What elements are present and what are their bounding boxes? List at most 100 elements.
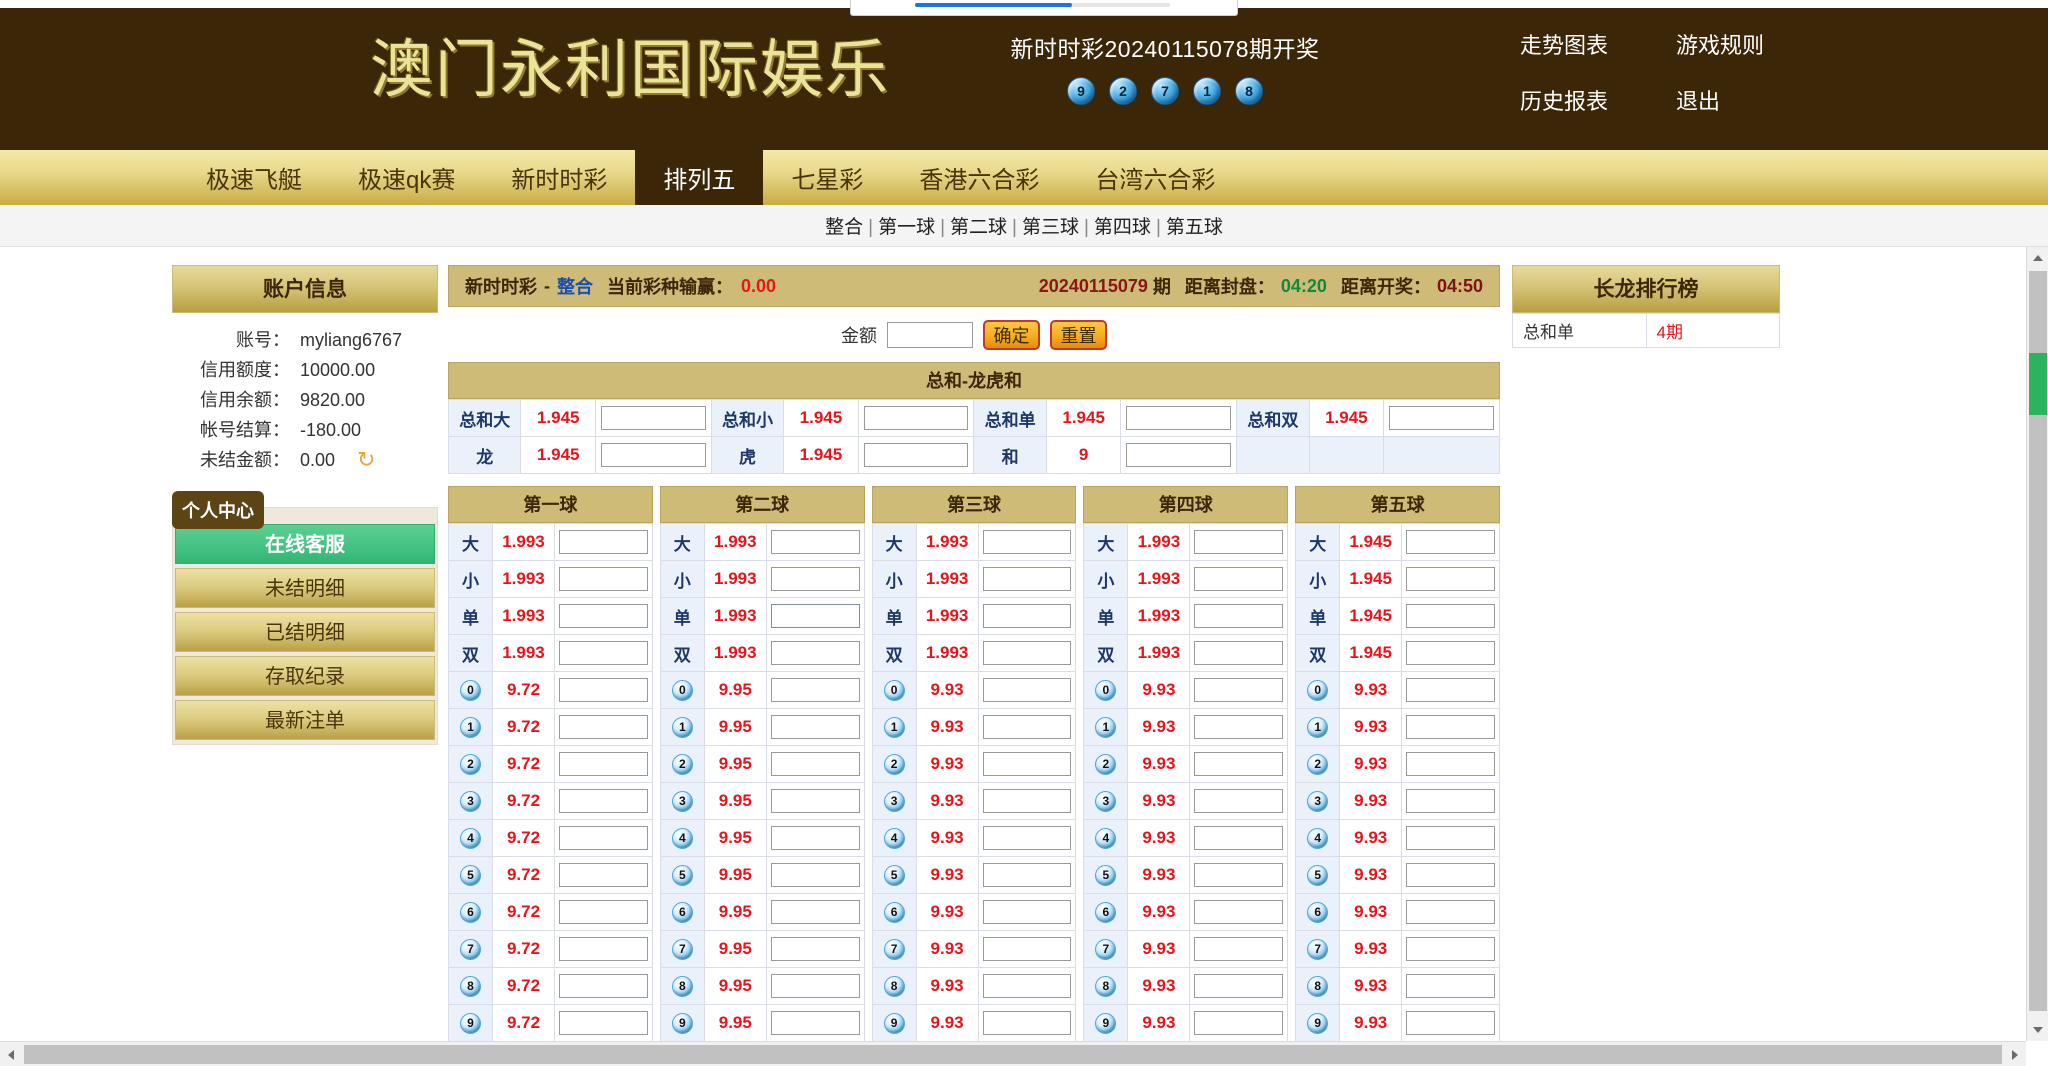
bet-input[interactable] xyxy=(1406,752,1495,776)
bet-name[interactable]: 单 xyxy=(1295,597,1341,635)
bet-input[interactable] xyxy=(982,641,1072,665)
nav-game-rules[interactable]: 游戏规则 xyxy=(1676,28,1764,60)
amount-input[interactable] xyxy=(887,321,973,348)
bet-input-cell[interactable] xyxy=(1189,634,1289,672)
bet-input[interactable] xyxy=(770,567,860,591)
subnav-ball-5[interactable]: 第五球 xyxy=(1161,217,1228,238)
bet-input-cell[interactable] xyxy=(554,560,653,598)
bet-input-cell[interactable] xyxy=(1401,708,1500,746)
bet-input[interactable] xyxy=(770,863,860,887)
sidebar-item-online-service[interactable]: 在线客服 xyxy=(175,524,435,564)
bet-input-cell[interactable] xyxy=(765,819,865,857)
bet-number[interactable]: 2 xyxy=(1083,745,1129,783)
bet-name[interactable]: 小 xyxy=(1295,560,1341,598)
bet-number[interactable]: 7 xyxy=(1295,930,1341,968)
bet-number[interactable]: 3 xyxy=(448,782,493,820)
bet-input[interactable] xyxy=(1406,715,1495,739)
bet-input[interactable] xyxy=(1406,789,1495,813)
bet-input-cell[interactable] xyxy=(977,560,1077,598)
bet-input-cell[interactable] xyxy=(1189,819,1289,857)
bet-input-cell[interactable] xyxy=(765,1004,865,1042)
bet-input[interactable] xyxy=(770,641,860,665)
bet-input[interactable] xyxy=(982,826,1072,850)
bet-input[interactable] xyxy=(1194,752,1284,776)
bet-input[interactable] xyxy=(559,752,648,776)
bet-number[interactable]: 5 xyxy=(871,856,917,894)
bet-input[interactable] xyxy=(770,678,860,702)
bet-number[interactable]: 0 xyxy=(448,671,493,709)
bet-input[interactable] xyxy=(1406,826,1495,850)
bet-input[interactable] xyxy=(982,863,1072,887)
bet-number[interactable]: 4 xyxy=(659,819,705,857)
bet-input[interactable] xyxy=(770,900,860,924)
bet-name[interactable]: 小 xyxy=(448,560,493,598)
bet-input[interactable] xyxy=(982,530,1072,554)
scroll-right-button[interactable] xyxy=(2004,1042,2026,1066)
bet-input-cell[interactable] xyxy=(977,708,1077,746)
bet-input-cell[interactable] xyxy=(1189,930,1289,968)
bet-input-cell[interactable] xyxy=(1189,856,1289,894)
bet-input[interactable] xyxy=(1126,443,1232,467)
bet-input[interactable] xyxy=(559,1011,648,1035)
bet-input-cell[interactable] xyxy=(1189,708,1289,746)
bet-number[interactable]: 8 xyxy=(1295,967,1341,1005)
nav-trend-chart[interactable]: 走势图表 xyxy=(1520,28,1608,60)
bet-input-cell[interactable] xyxy=(977,782,1077,820)
bet-number[interactable]: 0 xyxy=(871,671,917,709)
bet-input-cell[interactable] xyxy=(765,671,865,709)
bet-name[interactable]: 小 xyxy=(871,560,917,598)
bet-input[interactable] xyxy=(1194,678,1284,702)
bet-input[interactable] xyxy=(982,752,1072,776)
bet-name[interactable]: 双 xyxy=(1295,634,1341,672)
bet-name[interactable]: 总和小 xyxy=(710,399,785,437)
bet-input[interactable] xyxy=(1194,715,1284,739)
tab-xianggangliuhecai[interactable]: 香港六合彩 xyxy=(891,150,1067,205)
bet-input[interactable] xyxy=(982,604,1072,628)
bet-input-cell[interactable] xyxy=(1189,893,1289,931)
bet-input-cell[interactable] xyxy=(1189,745,1289,783)
bet-input-cell[interactable] xyxy=(977,523,1077,561)
bet-name[interactable]: 大 xyxy=(659,523,705,561)
sidebar-item-transactions[interactable]: 存取纪录 xyxy=(175,656,435,696)
bet-number[interactable]: 9 xyxy=(1083,1004,1129,1042)
bet-name[interactable]: 双 xyxy=(871,634,917,672)
bet-number[interactable]: 4 xyxy=(871,819,917,857)
bet-input[interactable] xyxy=(1406,863,1495,887)
bet-input[interactable] xyxy=(559,900,648,924)
bet-input-cell[interactable] xyxy=(765,893,865,931)
reset-button[interactable]: 重置 xyxy=(1050,319,1107,350)
bet-input-cell[interactable] xyxy=(977,819,1077,857)
bet-input[interactable] xyxy=(1126,406,1232,430)
bet-number[interactable]: 0 xyxy=(659,671,705,709)
bet-input-cell[interactable] xyxy=(765,856,865,894)
subnav-ball-4[interactable]: 第四球 xyxy=(1089,217,1156,238)
bet-input[interactable] xyxy=(1194,900,1284,924)
bet-number[interactable]: 5 xyxy=(659,856,705,894)
scroll-left-button[interactable] xyxy=(0,1042,22,1066)
bet-input-cell[interactable] xyxy=(554,708,653,746)
bet-input[interactable] xyxy=(559,530,648,554)
bet-input-cell[interactable] xyxy=(1401,782,1500,820)
bet-name[interactable]: 大 xyxy=(871,523,917,561)
bet-number[interactable]: 8 xyxy=(659,967,705,1005)
bet-input-cell[interactable] xyxy=(1401,634,1500,672)
bet-input-cell[interactable] xyxy=(1401,671,1500,709)
bet-input[interactable] xyxy=(770,752,860,776)
bet-number[interactable]: 8 xyxy=(1083,967,1129,1005)
bet-number[interactable]: 2 xyxy=(1295,745,1341,783)
bet-input-cell[interactable] xyxy=(857,399,975,437)
bet-input[interactable] xyxy=(559,715,648,739)
bet-input-cell[interactable] xyxy=(1383,399,1500,437)
bet-input[interactable] xyxy=(770,604,860,628)
bet-number[interactable]: 5 xyxy=(448,856,493,894)
bet-input-cell[interactable] xyxy=(1189,671,1289,709)
bet-input[interactable] xyxy=(982,715,1072,739)
bet-input-cell[interactable] xyxy=(1401,597,1500,635)
bet-input[interactable] xyxy=(982,567,1072,591)
bet-input-cell[interactable] xyxy=(1120,399,1238,437)
bet-input[interactable] xyxy=(982,937,1072,961)
bet-input[interactable] xyxy=(559,974,648,998)
bet-input[interactable] xyxy=(1194,863,1284,887)
bet-input-cell[interactable] xyxy=(765,634,865,672)
bet-input-cell[interactable] xyxy=(554,634,653,672)
